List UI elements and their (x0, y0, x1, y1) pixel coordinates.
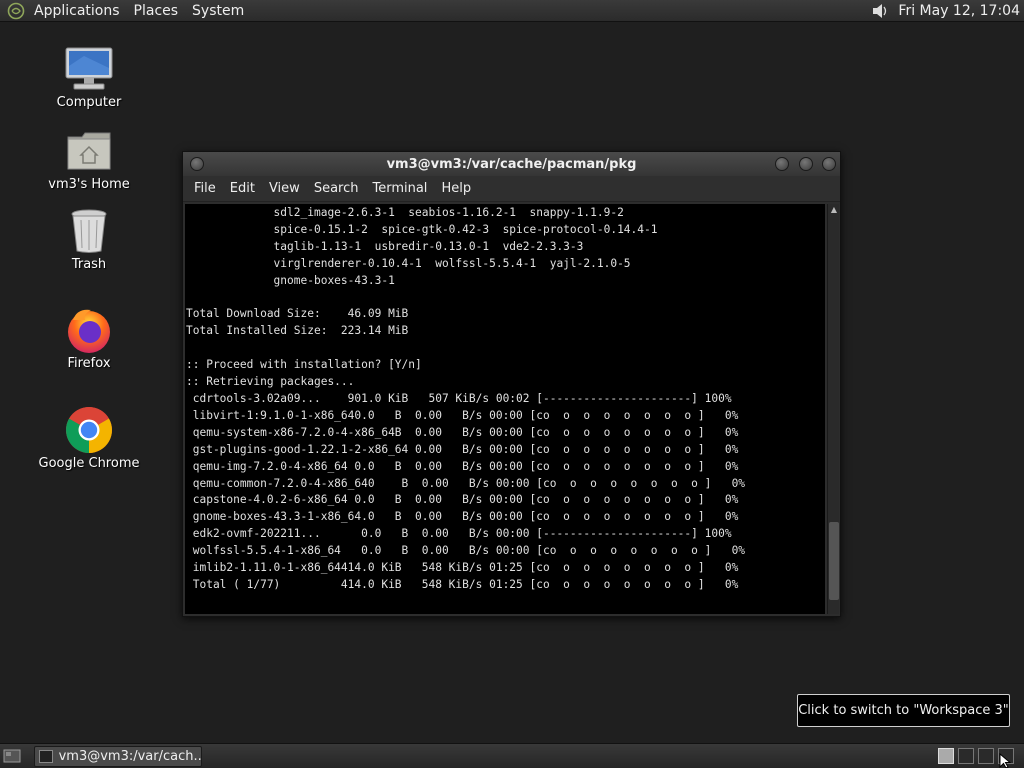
terminal-line: virglrenderer-0.10.4-1 wolfssl-5.5.4-1 y… (186, 256, 631, 270)
close-button[interactable] (822, 157, 836, 171)
mouse-cursor-icon (999, 753, 1011, 768)
terminal-line: imlib2-1.11.0-1-x86_64414.0 KiB 548 KiB/… (186, 561, 739, 575)
terminal-output[interactable]: sdl2_image-2.6.3-1 seabios-1.16.2-1 snap… (185, 204, 825, 614)
terminal-line: taglib-1.13-1 usbredir-0.13.0-1 vde2-2.3… (186, 239, 584, 253)
terminal-menubar: File Edit View Search Terminal Help (183, 176, 840, 202)
terminal-line: Total Installed Size: 223.14 MiB (186, 324, 409, 338)
desktop-icon-chrome[interactable]: Google Chrome (34, 406, 144, 471)
desktop-icon-trash[interactable]: Trash (34, 207, 144, 272)
workspace-tooltip: Click to switch to "Workspace 3" (797, 694, 1010, 727)
window-menu-button[interactable] (190, 157, 204, 171)
terminal-line: qemu-common-7.2.0-4-x86_640 B 0.00 B/s 0… (186, 476, 746, 490)
desktop-icon-computer[interactable]: Computer (34, 45, 144, 110)
terminal-window: vm3@vm3:/var/cache/pacman/pkg File Edit … (182, 151, 841, 617)
menu-system[interactable]: System (185, 0, 251, 22)
window-titlebar[interactable]: vm3@vm3:/var/cache/pacman/pkg (183, 152, 840, 176)
home-folder-icon (63, 127, 115, 175)
terminal-line: Total ( 1/77) 414.0 KiB 548 KiB/s 01:25 … (186, 577, 739, 591)
terminal-line: Total Download Size: 46.09 MiB (186, 307, 409, 321)
menu-file[interactable]: File (187, 181, 223, 196)
show-desktop-icon[interactable] (3, 748, 21, 764)
minimize-button[interactable] (775, 157, 789, 171)
terminal-line: wolfssl-5.5.4-1-x86_64 0.0 B 0.00 B/s 00… (186, 544, 746, 558)
workspace-1[interactable] (938, 748, 954, 764)
terminal-line: capstone-4.0.2-6-x86_64 0.0 B 0.00 B/s 0… (186, 493, 739, 507)
desktop-icon-label: vm3's Home (48, 177, 130, 192)
menu-places[interactable]: Places (127, 0, 186, 22)
desktop-icon-label: Firefox (67, 356, 111, 371)
firefox-icon (63, 306, 115, 354)
chrome-icon (63, 406, 115, 454)
terminal-line: qemu-system-x86-7.2.0-4-x86_64B 0.00 B/s… (186, 425, 739, 439)
scrollbar-thumb[interactable] (829, 522, 839, 600)
bottom-panel: vm3@vm3:/var/cach... (0, 743, 1024, 768)
terminal-text: sdl2_image-2.6.3-1 seabios-1.16.2-1 snap… (185, 204, 825, 594)
desktop-icon-firefox[interactable]: Firefox (34, 306, 144, 371)
workspace-2[interactable] (958, 748, 974, 764)
terminal-line: :: Retrieving packages... (186, 375, 355, 389)
computer-icon (63, 45, 115, 93)
desktop-icon-label: Computer (56, 95, 122, 110)
menu-applications[interactable]: Applications (27, 0, 127, 22)
desktop-icon-label: Google Chrome (38, 456, 140, 471)
terminal-line: qemu-img-7.2.0-4-x86_64 0.0 B 0.00 B/s 0… (186, 459, 739, 473)
menu-edit[interactable]: Edit (223, 181, 262, 196)
terminal-line: gnome-boxes-43.3-1 (186, 273, 395, 287)
menu-help[interactable]: Help (434, 181, 478, 196)
scroll-up-arrow-icon[interactable]: ▲ (828, 204, 840, 216)
terminal-line: gnome-boxes-43.3-1-x86_64.0 B 0.00 B/s 0… (186, 510, 739, 524)
terminal-line: spice-0.15.1-2 spice-gtk-0.42-3 spice-pr… (186, 222, 658, 236)
window-title: vm3@vm3:/var/cache/pacman/pkg (386, 156, 637, 172)
maximize-button[interactable] (799, 157, 813, 171)
desktop-icon-home[interactable]: vm3's Home (34, 127, 144, 192)
terminal-line: libvirt-1:9.1.0-1-x86_640.0 B 0.00 B/s 0… (186, 408, 739, 422)
terminal-line: :: Proceed with installation? [Y/n] (186, 358, 422, 372)
terminal-scrollbar[interactable]: ▲ (827, 204, 839, 614)
terminal-icon (39, 750, 53, 763)
distro-logo-icon[interactable] (5, 0, 27, 22)
workspace-3[interactable] (978, 748, 994, 764)
menu-terminal[interactable]: Terminal (365, 181, 434, 196)
terminal-line: cdrtools-3.02a09... 901.0 KiB 507 KiB/s … (186, 391, 732, 405)
taskbar-label: vm3@vm3:/var/cach... (58, 749, 201, 764)
desktop-icon-label: Trash (71, 257, 107, 272)
menu-view[interactable]: View (262, 181, 307, 196)
volume-icon[interactable] (870, 1, 890, 21)
terminal-line: edk2-ovmf-202211... 0.0 B 0.00 B/s 00:00… (186, 527, 732, 541)
taskbar-terminal-button[interactable]: vm3@vm3:/var/cach... (34, 746, 202, 767)
trash-icon (63, 207, 115, 255)
menu-search[interactable]: Search (307, 181, 366, 196)
terminal-line: sdl2_image-2.6.3-1 seabios-1.16.2-1 snap… (186, 206, 624, 219)
terminal-line: gst-plugins-good-1.22.1-2-x86_64 0.00 B/… (186, 442, 739, 456)
top-panel: Applications Places System Fri May 12, 1… (0, 0, 1024, 22)
clock[interactable]: Fri May 12, 17:04 (890, 3, 1024, 19)
